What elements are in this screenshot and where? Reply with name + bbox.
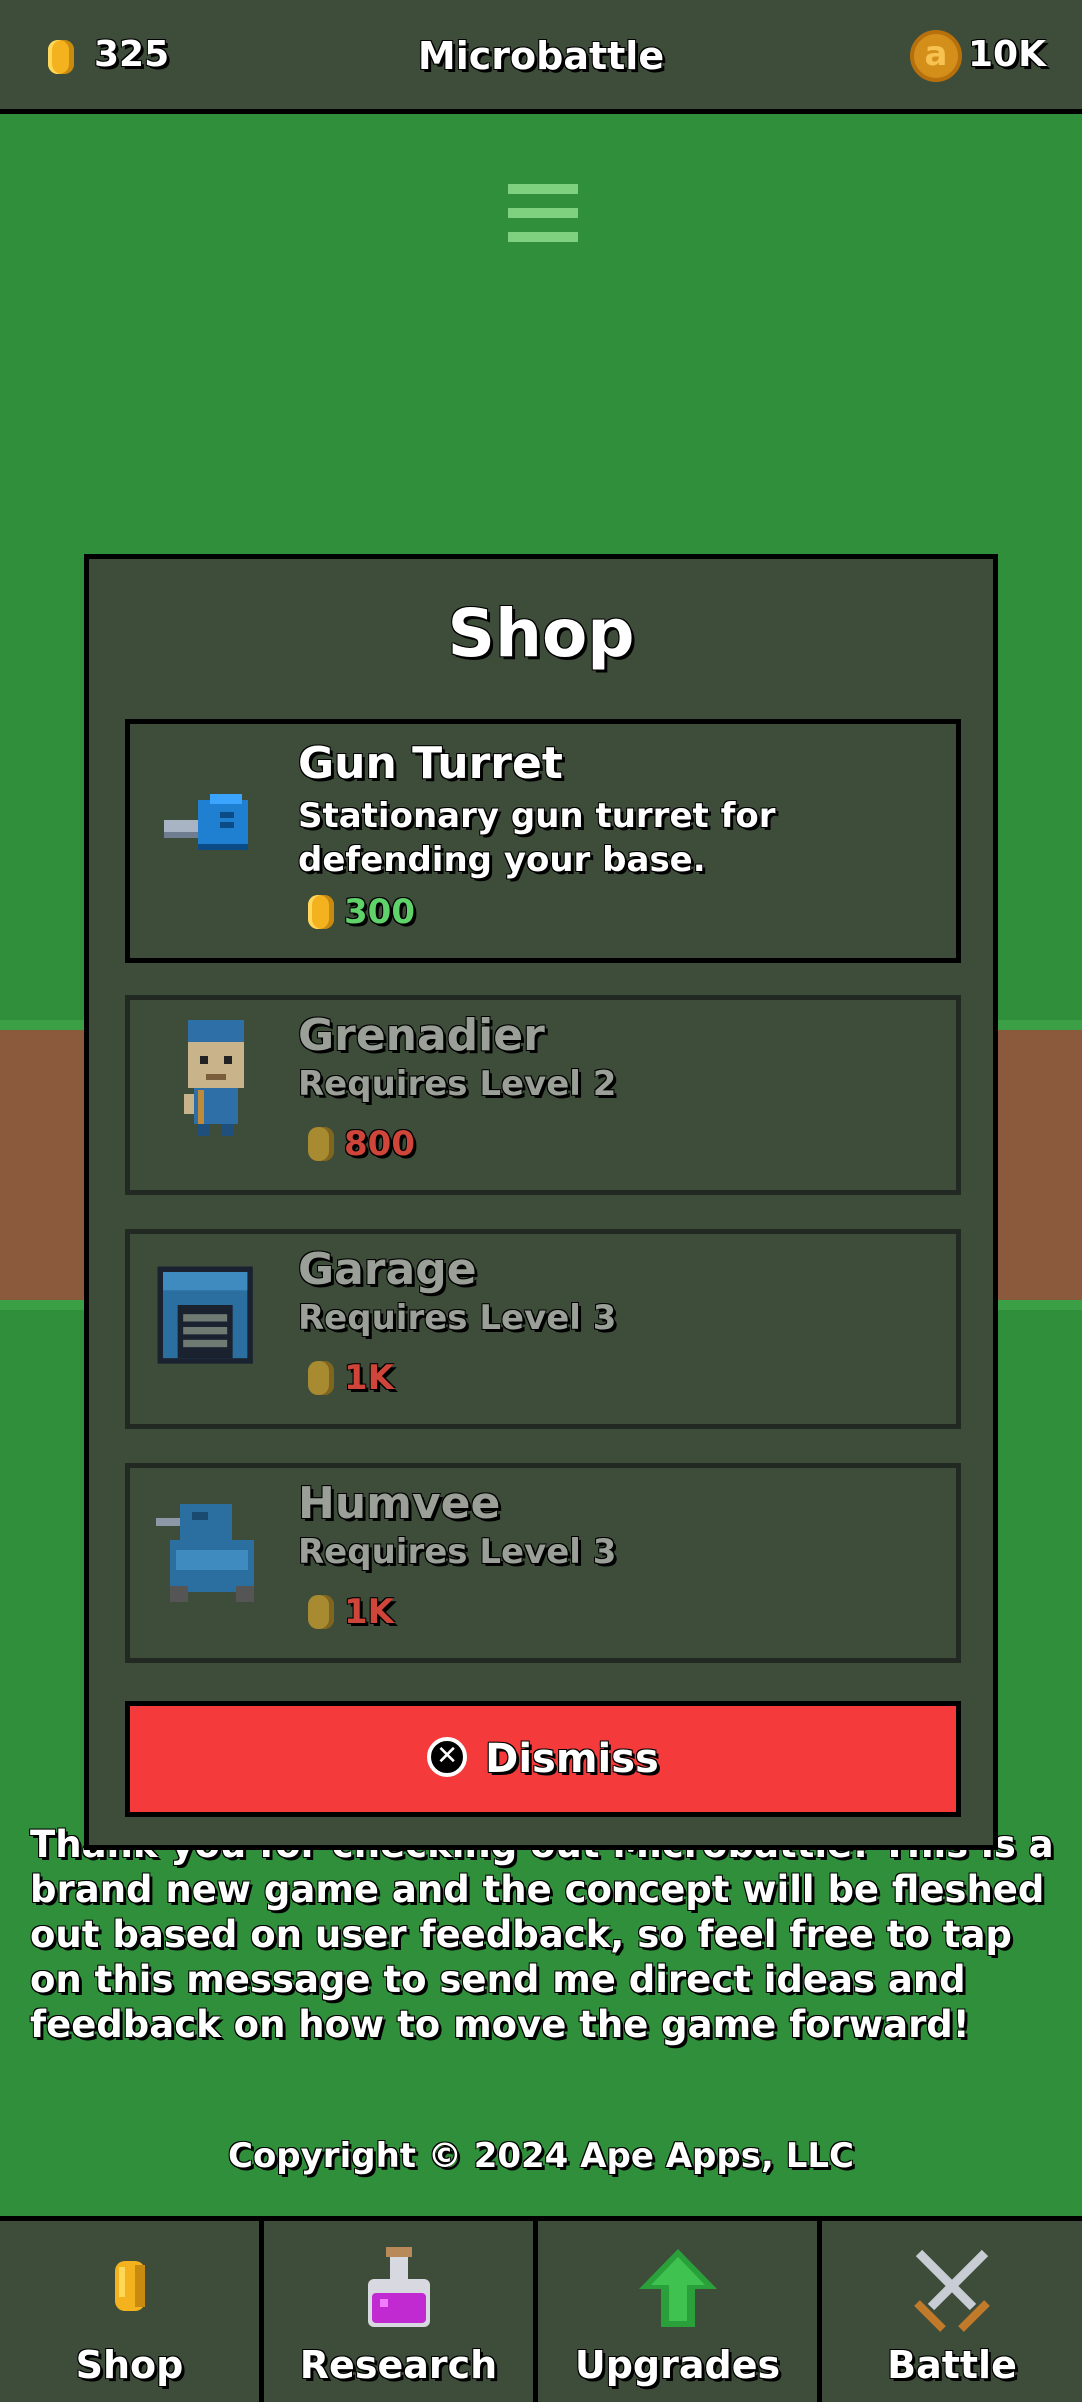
up-arrow-icon — [638, 2249, 717, 2327]
gun-turret-icon — [164, 794, 248, 850]
gem-balance: 10K — [968, 34, 1046, 75]
gem-currency-icon: a — [910, 30, 962, 82]
item-price: 1K — [344, 1592, 395, 1632]
dismiss-label: Dismiss — [485, 1736, 659, 1782]
item-price: 800 — [344, 1124, 415, 1164]
item-price: 1K — [344, 1358, 395, 1398]
bottom-nav: Shop Research Upgrades Battle — [0, 2216, 1082, 2402]
coin-icon — [308, 1361, 334, 1395]
shop-item-grenadier[interactable]: Grenadier Requires Level 2 800 — [125, 995, 961, 1195]
item-name: Garage — [298, 1244, 477, 1295]
copyright-text: Copyright © 2024 Ape Apps, LLC — [228, 2136, 854, 2176]
top-bar: 325 Microbattle a 10K — [0, 0, 1082, 114]
item-description: Requires Level 3 — [298, 1298, 617, 1338]
coin-icon — [308, 895, 334, 929]
item-name: Humvee — [298, 1478, 501, 1529]
garage-icon — [157, 1266, 253, 1364]
nav-tab-shop[interactable]: Shop — [0, 2221, 264, 2402]
item-description: Requires Level 2 — [298, 1064, 617, 1104]
nav-tab-upgrades[interactable]: Upgrades — [538, 2221, 822, 2402]
item-name: Gun Turret — [298, 738, 563, 789]
hamburger-menu-icon[interactable] — [508, 184, 578, 250]
nav-tab-battle[interactable]: Battle — [822, 2221, 1082, 2402]
coin-icon — [308, 1595, 334, 1629]
potion-icon — [367, 2247, 430, 2327]
nav-label: Battle — [887, 2343, 1017, 2387]
nav-label: Research — [299, 2343, 498, 2387]
humvee-icon — [156, 1504, 254, 1602]
nav-label: Shop — [75, 2343, 184, 2387]
shop-item-gun-turret[interactable]: Gun Turret Stationary gun turret for def… — [125, 719, 961, 963]
crossed-swords-icon — [914, 2249, 990, 2332]
coin-icon — [308, 1127, 334, 1161]
item-price: 300 — [344, 892, 415, 932]
dismiss-button[interactable]: ✕ Dismiss — [125, 1701, 961, 1817]
close-circle-icon: ✕ — [427, 1737, 468, 1777]
shop-item-garage[interactable]: Garage Requires Level 3 1K — [125, 1229, 961, 1429]
item-name: Grenadier — [298, 1010, 545, 1061]
nav-label: Upgrades — [574, 2343, 781, 2387]
shop-dialog: Shop Gun Turret Stationary gun turret fo… — [84, 554, 998, 1850]
grenadier-icon — [184, 1020, 244, 1136]
shop-title: Shop — [447, 595, 635, 672]
feedback-message[interactable]: Thank you for checking out Microbattle! … — [30, 1822, 1060, 2047]
coin-icon — [114, 2261, 145, 2311]
item-description: Requires Level 3 — [298, 1532, 617, 1572]
nav-tab-research[interactable]: Research — [264, 2221, 538, 2402]
item-description: Stationary gun turret for defending your… — [298, 796, 776, 880]
shop-item-humvee[interactable]: Humvee Requires Level 3 1K — [125, 1463, 961, 1663]
